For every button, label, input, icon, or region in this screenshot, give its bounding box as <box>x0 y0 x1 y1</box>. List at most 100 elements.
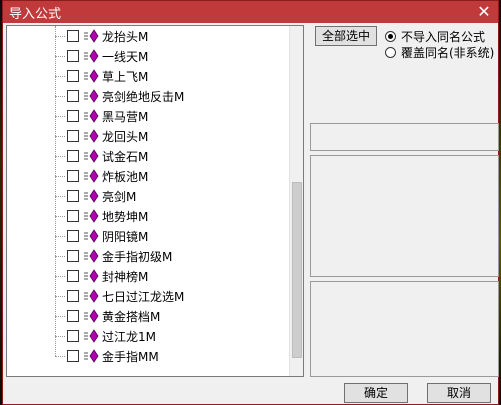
formula-node-icon <box>83 209 99 223</box>
tree-item-label: 封神榜M <box>102 270 149 284</box>
tree-branch-line <box>55 276 65 277</box>
radio-overwrite-duplicate[interactable] <box>385 47 396 58</box>
formula-node-icon <box>83 109 99 123</box>
formula-description-panel <box>310 155 499 277</box>
tree-branch-line <box>55 176 65 177</box>
formula-node-icon <box>83 249 99 263</box>
tree-item-label: 金手指初级M <box>102 250 173 264</box>
option-overwrite-duplicate[interactable]: 覆盖同名(非系统) <box>385 44 494 61</box>
tree-item-label: 亮剑M <box>102 190 137 204</box>
row-checkbox[interactable] <box>67 230 79 242</box>
tree-item-label: 试金石M <box>102 150 149 164</box>
tree-branch-line <box>55 216 65 217</box>
option-label: 覆盖同名(非系统) <box>401 46 495 60</box>
cancel-button[interactable]: 取消 <box>427 383 491 403</box>
tree-branch-line <box>55 136 65 137</box>
row-checkbox[interactable] <box>67 290 79 302</box>
tree-scroll-thumb[interactable] <box>292 182 302 358</box>
row-checkbox[interactable] <box>67 270 79 282</box>
radio-no-import-duplicate[interactable] <box>385 31 396 42</box>
tree-row[interactable]: 黑马营M <box>7 106 287 126</box>
formula-node-icon <box>83 269 99 283</box>
row-checkbox[interactable] <box>67 110 79 122</box>
tree-branch-line <box>55 56 65 57</box>
ok-button[interactable]: 确定 <box>344 383 408 403</box>
formula-node-icon <box>83 69 99 83</box>
tree-item-label: 阴阳镜M <box>102 230 149 244</box>
tree-row[interactable]: 炸板池M <box>7 166 287 186</box>
row-checkbox[interactable] <box>67 350 79 362</box>
tree-item-label: 金手指MM <box>102 350 159 364</box>
tree-branch-line <box>55 296 65 297</box>
tree-row[interactable]: 地势坤M <box>7 206 287 226</box>
formula-tree-list: 龙抬头M 一线天M 草上飞M 亮剑绝地反击M 黑马营M 龙回头M 试金石M 炸板池M 亮剑M 地势… <box>7 26 289 376</box>
row-checkbox[interactable] <box>67 70 79 82</box>
close-icon[interactable]: ✕ <box>474 2 494 22</box>
import-formula-dialog: 导入公式 ✕ 龙抬头M 一线天M 草上飞M 亮剑绝地反击M 黑马营M 龙回头M 试金石M 炸板… <box>2 0 499 405</box>
tree-branch-line <box>55 316 65 317</box>
tree-item-label: 七日过江龙选M <box>102 290 185 304</box>
tree-row[interactable]: 黄金搭档M <box>7 306 287 326</box>
formula-tree: 龙抬头M 一线天M 草上飞M 亮剑绝地反击M 黑马营M 龙回头M 试金石M 炸板池M 亮剑M 地势… <box>6 25 304 377</box>
formula-node-icon <box>83 289 99 303</box>
info-field <box>310 123 499 151</box>
tree-scrollbar[interactable] <box>289 26 303 376</box>
tree-row[interactable]: 一线天M <box>7 46 287 66</box>
row-checkbox[interactable] <box>67 310 79 322</box>
tree-item-label: 黄金搭档M <box>102 310 161 324</box>
tree-item-label: 一线天M <box>102 50 149 64</box>
tree-item-label: 炸板池M <box>102 170 149 184</box>
row-checkbox[interactable] <box>67 150 79 162</box>
formula-node-icon <box>83 309 99 323</box>
dialog-title: 导入公式 <box>9 6 62 22</box>
tree-row[interactable]: 七日过江龙选M <box>7 286 287 306</box>
row-checkbox[interactable] <box>67 130 79 142</box>
tree-branch-line <box>55 256 65 257</box>
row-checkbox[interactable] <box>67 330 79 342</box>
option-no-import-duplicate[interactable]: 不导入同名公式 <box>385 28 485 45</box>
formula-node-icon <box>83 29 99 43</box>
formula-node-icon <box>83 169 99 183</box>
formula-node-icon <box>83 349 99 363</box>
row-checkbox[interactable] <box>67 250 79 262</box>
formula-node-icon <box>83 189 99 203</box>
tree-row[interactable]: 封神榜M <box>7 266 287 286</box>
tree-branch-line <box>55 336 65 337</box>
tree-item-label: 草上飞M <box>102 70 149 84</box>
tree-item-label: 龙抬头M <box>102 30 149 44</box>
tree-branch-line <box>55 116 65 117</box>
tree-row[interactable]: 阴阳镜M <box>7 226 287 246</box>
formula-node-icon <box>83 329 99 343</box>
formula-node-icon <box>83 49 99 63</box>
tree-row[interactable]: 试金石M <box>7 146 287 166</box>
option-label: 不导入同名公式 <box>401 30 486 44</box>
tree-row[interactable]: 过江龙1M <box>7 326 287 346</box>
tree-row[interactable]: 亮剑绝地反击M <box>7 86 287 106</box>
tree-row[interactable]: 金手指MM <box>7 346 287 366</box>
select-all-button[interactable]: 全部选中 <box>315 26 377 46</box>
row-checkbox[interactable] <box>67 90 79 102</box>
tree-branch-line <box>55 76 65 77</box>
tree-row[interactable]: 亮剑M <box>7 186 287 206</box>
tree-branch-line <box>55 236 65 237</box>
tree-item-label: 过江龙1M <box>102 330 156 344</box>
row-checkbox[interactable] <box>67 190 79 202</box>
formula-node-icon <box>83 89 99 103</box>
row-checkbox[interactable] <box>67 170 79 182</box>
row-checkbox[interactable] <box>67 210 79 222</box>
title-bar[interactable]: 导入公式 <box>3 1 498 23</box>
tree-row[interactable]: 龙回头M <box>7 126 287 146</box>
tree-branch-line <box>55 156 65 157</box>
tree-item-label: 地势坤M <box>102 210 149 224</box>
tree-row[interactable]: 金手指初级M <box>7 246 287 266</box>
tree-branch-line <box>55 356 65 357</box>
tree-row[interactable]: 龙抬头M <box>7 26 287 46</box>
formula-node-icon <box>83 129 99 143</box>
tree-item-label: 亮剑绝地反击M <box>102 90 185 104</box>
row-checkbox[interactable] <box>67 30 79 42</box>
formula-node-icon <box>83 149 99 163</box>
formula-detail-panel <box>310 281 499 377</box>
row-checkbox[interactable] <box>67 50 79 62</box>
tree-row[interactable]: 草上飞M <box>7 66 287 86</box>
tree-branch-line <box>55 36 65 37</box>
